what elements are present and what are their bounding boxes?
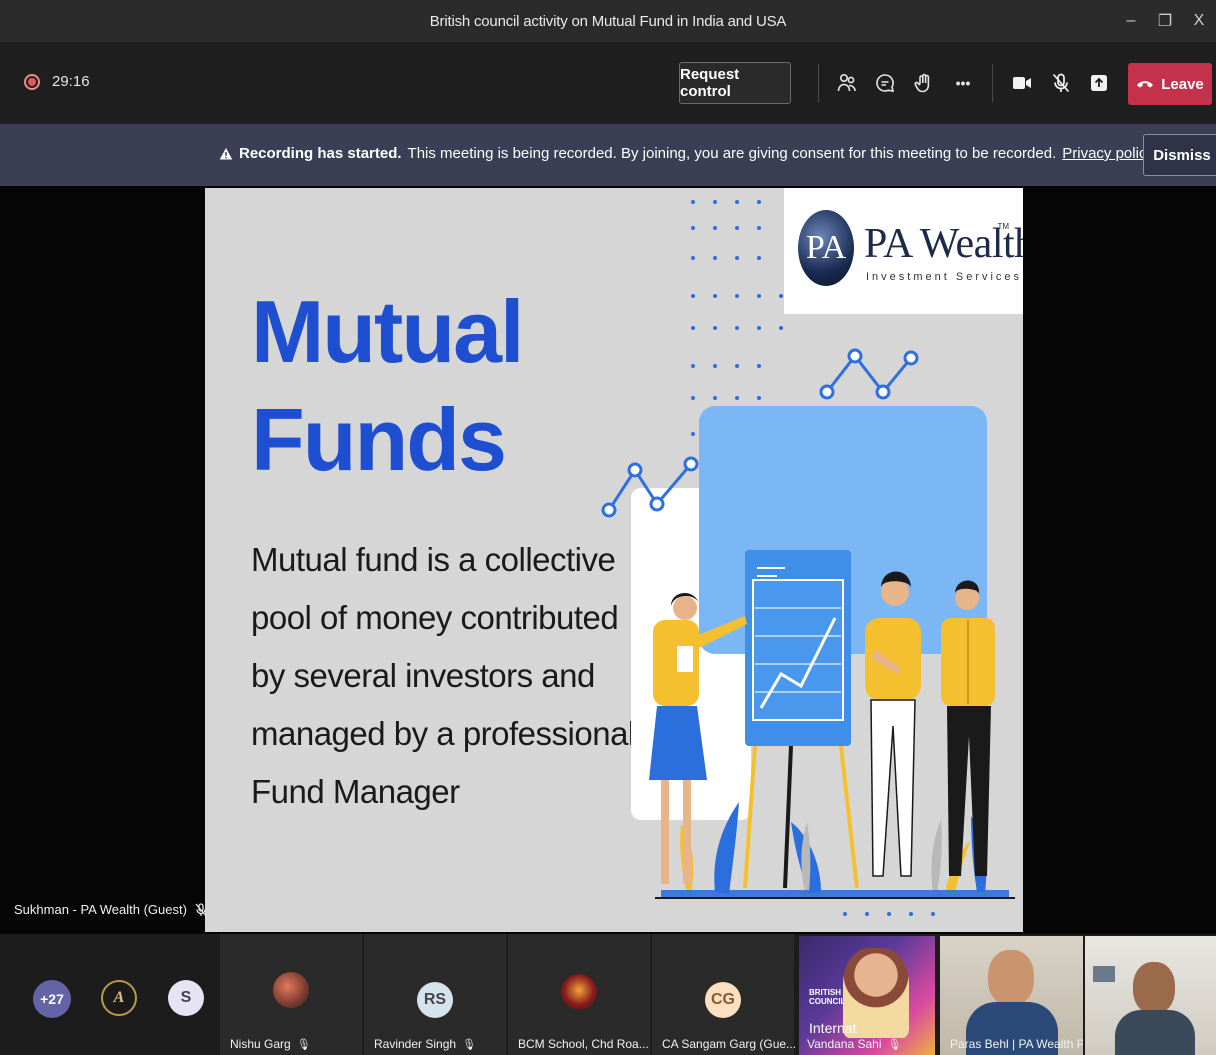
restore-button[interactable]: ❐ (1148, 0, 1182, 42)
privacy-policy-link[interactable]: Privacy policy (1062, 145, 1154, 162)
window-title: British council activity on Mutual Fund … (429, 12, 787, 30)
logo-trademark: TM (997, 222, 1009, 231)
participant-name-tag: Ravinder Singh 🎙 (374, 1037, 476, 1051)
participant-tile[interactable]: CG CA Sangam Garg (Gue... 🎙 (652, 934, 816, 1055)
share-screen-button[interactable] (1084, 68, 1114, 98)
participant-video[interactable]: BRITISH COUNCIL Internat Vandana Sahi 🎙 (799, 936, 935, 1055)
participant-tile[interactable]: BCM School, Chd Roa... 🎙 (508, 934, 669, 1055)
participant-photo (273, 972, 309, 1008)
dismiss-button[interactable]: Dismiss (1143, 134, 1216, 176)
mute-button[interactable] (1046, 68, 1076, 98)
minimize-button[interactable]: – (1114, 0, 1148, 42)
banner-message: Recording has started. This meeting is b… (219, 145, 1154, 162)
request-control-button[interactable]: Request control (679, 62, 791, 104)
participant-name: Nishu Garg (230, 1037, 291, 1051)
record-icon (24, 73, 40, 90)
participant-name: Vandana Sahi (807, 1037, 882, 1051)
toolbar-divider (818, 64, 819, 102)
participant-video[interactable] (1085, 936, 1216, 1055)
participant-person (1133, 962, 1175, 1014)
window-controls: – ❐ X (1114, 0, 1216, 42)
microphone-muted-icon: 🎙 (462, 1038, 477, 1051)
banner-bold-text: Recording has started. (239, 145, 402, 162)
video-camera-icon (1013, 77, 1031, 89)
share-icon (1091, 75, 1107, 91)
presenter-name: Sukhman - PA Wealth (Guest) (14, 902, 187, 917)
participant-avatar: RS (417, 982, 453, 1018)
teams-meeting-window: British council activity on Mutual Fund … (0, 0, 1216, 1055)
warning-icon (219, 147, 233, 159)
participant-person (988, 950, 1034, 1006)
pa-wealth-logo: PA PA Wealth TM Investment Services (784, 188, 1023, 314)
logo-subtitle: Investment Services (866, 271, 1023, 283)
participant-name-tag: Vandana Sahi 🎙 (807, 1037, 901, 1051)
people-icon (837, 73, 856, 92)
participant-name-tag: BCM School, Chd Roa... 🎙 (518, 1037, 669, 1051)
participant-name-tag: Nishu Garg 🎙 (230, 1037, 311, 1051)
close-button[interactable]: X (1182, 0, 1216, 42)
phone-hangup-icon (1137, 81, 1154, 88)
participant-name: Paras Behl | PA Wealth Pvt... (950, 1037, 1083, 1051)
chat-icon (876, 74, 895, 92)
recording-banner: Recording has started. This meeting is b… (0, 124, 1216, 186)
participant-name: Ravinder Singh (374, 1037, 457, 1051)
more-options-button[interactable]: ••• (948, 68, 978, 98)
participant-name-tag: CA Sangam Garg (Gue... 🎙 (662, 1037, 816, 1051)
participant-avatar[interactable]: S (168, 980, 204, 1016)
slide-title: Mutual Funds (251, 278, 525, 494)
slide-body-text: Mutual fund is a collective pool of mone… (251, 541, 635, 810)
logo-monogram: PA (798, 210, 854, 286)
participant-name: CA Sangam Garg (Gue... (662, 1037, 797, 1051)
participant-name: BCM School, Chd Roa... (518, 1037, 649, 1051)
slide-title-line: Funds (251, 390, 507, 489)
participant-video[interactable]: Paras Behl | PA Wealth Pvt... (940, 936, 1083, 1055)
meeting-timer: 29:16 (52, 73, 90, 90)
shared-content-stage: Mutual Funds Mutual fund is a collective… (0, 186, 1216, 934)
presentation-slide: Mutual Funds Mutual fund is a collective… (205, 188, 1023, 932)
toolbar-divider (992, 64, 993, 102)
recording-indicator: 29:16 (24, 73, 90, 90)
chat-button[interactable] (870, 68, 900, 98)
microphone-muted-icon (1052, 73, 1070, 93)
leave-button[interactable]: Leave (1128, 63, 1212, 105)
meeting-toolbar: 29:16 Request control ••• Leave (0, 42, 1216, 124)
leave-label: Leave (1161, 75, 1204, 93)
title-bar: British council activity on Mutual Fund … (0, 0, 1216, 42)
raise-hand-button[interactable] (909, 68, 939, 98)
microphone-muted-icon: 🎙 (887, 1038, 902, 1051)
hand-icon (914, 73, 930, 93)
participants-button[interactable] (832, 68, 862, 98)
participant-name-tag: Paras Behl | PA Wealth Pvt... (950, 1037, 1083, 1051)
camera-button[interactable] (1007, 68, 1037, 98)
participant-strip: +27 A S Nishu Garg 🎙 RS Ravinder Singh 🎙… (0, 934, 1216, 1055)
microphone-muted-icon (195, 902, 207, 916)
school-logo (561, 974, 597, 1010)
participant-tile[interactable]: Nishu Garg 🎙 (220, 934, 362, 1055)
participant-tile[interactable]: RS Ravinder Singh 🎙 (364, 934, 506, 1055)
participant-avatar: CG (705, 982, 741, 1018)
background-text: Internat (809, 1020, 857, 1036)
banner-text: This meeting is being recorded. By joini… (407, 145, 1057, 162)
participant-avatar[interactable]: A (101, 980, 137, 1016)
microphone-icon: 🎙 (296, 1038, 311, 1051)
slide-title-line: Mutual (251, 282, 525, 381)
wall-frame (1093, 966, 1115, 982)
participant-shirt (1115, 1010, 1195, 1055)
presenter-name-tag: Sukhman - PA Wealth (Guest) (14, 902, 207, 917)
more-participants-button[interactable]: +27 (33, 980, 71, 1018)
